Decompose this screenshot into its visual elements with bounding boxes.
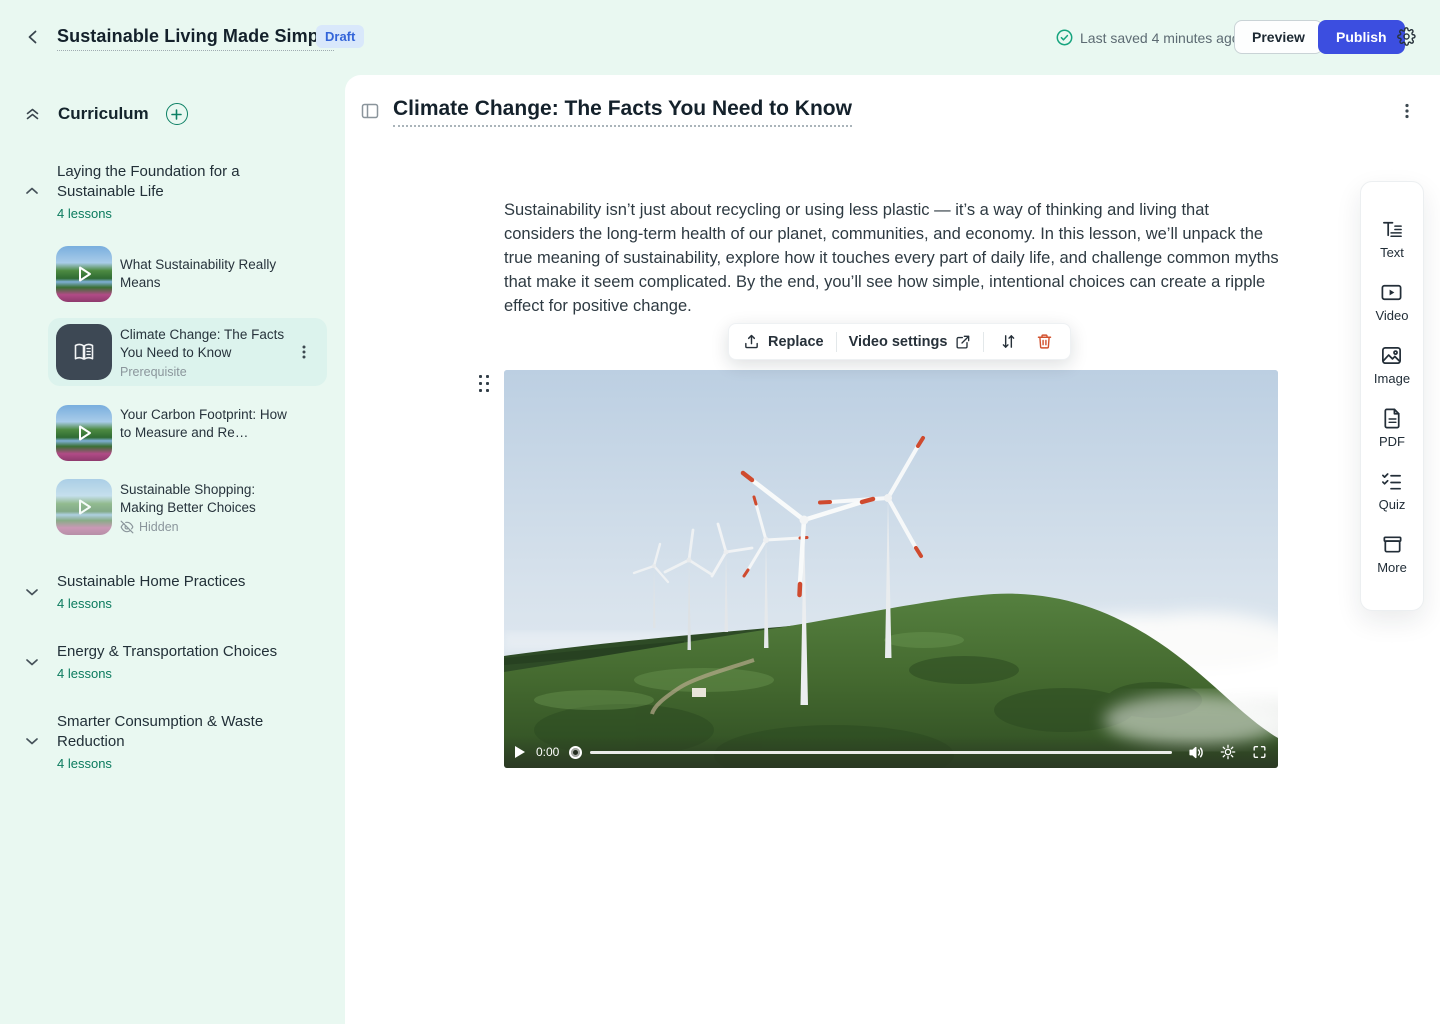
top-header: Sustainable Living Made Simple Draft Las… xyxy=(0,0,1440,75)
lesson-item[interactable]: What Sustainability Really Means xyxy=(48,240,327,308)
scrubber-handle[interactable] xyxy=(569,746,582,759)
lesson-options-kebab-icon[interactable] xyxy=(1400,102,1414,120)
lesson-title: Your Carbon Footprint: How to Measure an… xyxy=(120,406,298,442)
insert-text-label: Text xyxy=(1380,245,1404,260)
insert-quiz-button[interactable]: Quiz xyxy=(1379,470,1406,512)
section-meta: 4 lessons xyxy=(57,666,112,681)
volume-icon[interactable] xyxy=(1188,745,1205,760)
section-expand-icon[interactable] xyxy=(24,733,40,749)
insert-quiz-label: Quiz xyxy=(1379,497,1406,512)
gear-icon[interactable] xyxy=(1397,27,1416,46)
lesson-item[interactable]: Your Carbon Footprint: How to Measure an… xyxy=(48,395,327,471)
section-expand-icon[interactable] xyxy=(24,654,40,670)
eye-off-icon xyxy=(120,520,134,534)
video-block-toolbar: Replace Video settings xyxy=(728,323,1071,360)
save-status: Last saved 4 minutes ago xyxy=(1056,29,1240,46)
check-circle-icon xyxy=(1056,29,1073,46)
course-title[interactable]: Sustainable Living Made Simple xyxy=(57,26,334,51)
pdf-icon xyxy=(1381,407,1404,430)
play-button-icon[interactable] xyxy=(514,745,526,759)
video-settings-label: Video settings xyxy=(849,334,948,350)
toolbar-divider xyxy=(983,332,984,352)
video-player[interactable]: 0:00 xyxy=(504,370,1278,768)
insert-pdf-label: PDF xyxy=(1379,434,1405,449)
insert-image-button[interactable]: Image xyxy=(1374,344,1410,386)
lesson-title: Climate Change: The Facts You Need to Kn… xyxy=(120,326,298,362)
insert-pdf-button[interactable]: PDF xyxy=(1379,407,1405,449)
upload-icon xyxy=(743,333,760,350)
back-icon[interactable] xyxy=(24,28,42,46)
reading-lesson-tile xyxy=(56,324,112,380)
video-icon xyxy=(1380,281,1403,304)
preview-button[interactable]: Preview xyxy=(1234,20,1323,54)
insert-text-button[interactable]: Text xyxy=(1380,218,1404,260)
section-meta: 4 lessons xyxy=(57,596,112,611)
insert-block-toolbar: Text Video Image PDF Quiz xyxy=(1360,181,1424,611)
section-expand-icon[interactable] xyxy=(24,584,40,600)
lesson-page-title[interactable]: Climate Change: The Facts You Need to Kn… xyxy=(393,97,852,127)
text-icon xyxy=(1381,218,1404,241)
drag-handle-icon[interactable] xyxy=(477,373,493,395)
lesson-title: What Sustainability Really Means xyxy=(120,256,298,292)
lesson-meta: Prerequisite xyxy=(120,365,187,379)
quiz-icon xyxy=(1380,470,1403,493)
lesson-item[interactable]: Sustainable Shopping: Making Better Choi… xyxy=(48,473,327,541)
lesson-title: Sustainable Shopping: Making Better Choi… xyxy=(120,481,298,517)
section-title[interactable]: Sustainable Home Practices xyxy=(57,572,297,592)
book-icon xyxy=(71,339,97,365)
lesson-meta: Hidden xyxy=(139,520,179,534)
lesson-intro-paragraph[interactable]: Sustainability isn’t just about recyclin… xyxy=(504,198,1279,318)
insert-image-label: Image xyxy=(1374,371,1410,386)
insert-more-label: More xyxy=(1377,560,1407,575)
replace-button[interactable]: Replace xyxy=(743,333,824,350)
last-saved-text: Last saved 4 minutes ago xyxy=(1080,30,1240,46)
video-settings-button[interactable]: Video settings xyxy=(849,334,972,350)
lesson-kebab-icon[interactable] xyxy=(297,344,313,360)
move-block-icon[interactable] xyxy=(996,330,1020,354)
image-icon xyxy=(1380,344,1403,367)
video-time: 0:00 xyxy=(536,745,559,759)
curriculum-heading: Curriculum xyxy=(58,104,149,124)
add-section-button[interactable] xyxy=(166,103,188,125)
video-thumbnail xyxy=(56,479,112,535)
section-collapse-icon[interactable] xyxy=(24,183,40,199)
section-title[interactable]: Energy & Transportation Choices xyxy=(57,642,297,662)
publish-button[interactable]: Publish xyxy=(1318,20,1405,54)
lesson-hidden-row: Hidden xyxy=(120,520,179,534)
insert-more-button[interactable]: More xyxy=(1377,533,1407,575)
insert-video-label: Video xyxy=(1375,308,1408,323)
replace-label: Replace xyxy=(768,334,824,350)
section-meta: 4 lessons xyxy=(57,756,112,771)
course-editor-app: Sustainable Living Made Simple Draft Las… xyxy=(0,0,1440,1024)
status-badge: Draft xyxy=(316,25,364,48)
toolbar-divider xyxy=(836,332,837,352)
settings-icon[interactable] xyxy=(1220,744,1236,760)
video-thumbnail xyxy=(504,370,1278,768)
collapse-all-icon[interactable] xyxy=(24,106,41,123)
external-link-icon xyxy=(955,334,971,350)
video-thumbnail xyxy=(56,405,112,461)
video-controls-bar: 0:00 xyxy=(504,736,1278,768)
curriculum-sidebar: Curriculum Laying the Foundation for a S… xyxy=(0,75,345,1024)
section-title[interactable]: Laying the Foundation for a Sustainable … xyxy=(57,162,297,202)
progress-bar[interactable] xyxy=(590,751,1172,754)
video-thumbnail xyxy=(56,246,112,302)
more-icon xyxy=(1381,533,1404,556)
panel-toggle-icon[interactable] xyxy=(361,102,379,120)
lesson-item-selected[interactable]: Climate Change: The Facts You Need to Kn… xyxy=(48,318,327,386)
section-title[interactable]: Smarter Consumption & Waste Reduction xyxy=(57,712,297,752)
delete-block-icon[interactable] xyxy=(1032,330,1056,354)
insert-video-button[interactable]: Video xyxy=(1375,281,1408,323)
section-meta: 4 lessons xyxy=(57,206,112,221)
fullscreen-icon[interactable] xyxy=(1251,744,1268,760)
